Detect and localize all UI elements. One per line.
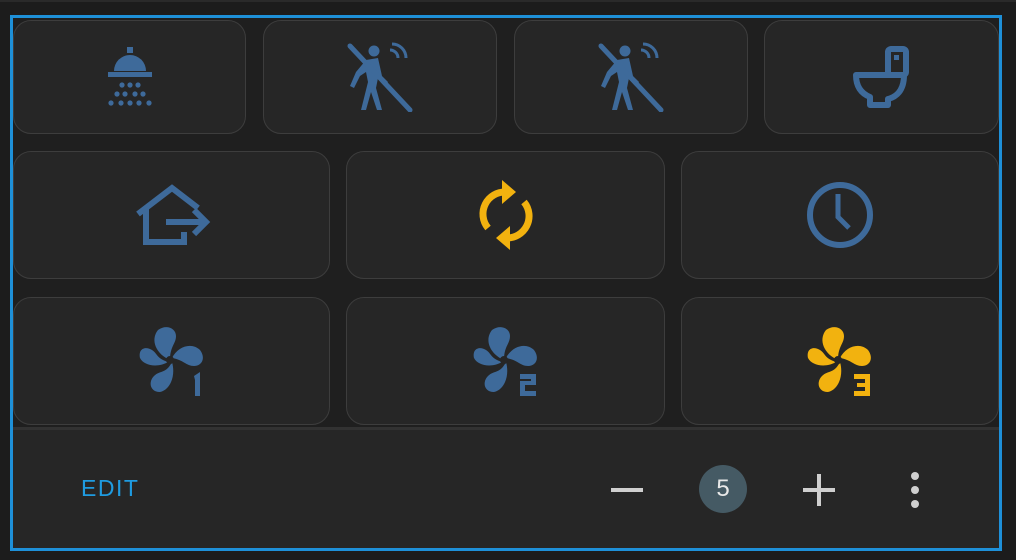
minus-icon[interactable] [611, 488, 643, 492]
dots-vertical-icon[interactable] [903, 471, 927, 509]
fan-speed-2-icon [473, 327, 537, 396]
motion-sensor-off-icon [347, 42, 413, 112]
fan-speed-1-icon [139, 327, 203, 396]
tile-motion-off-1[interactable] [263, 20, 497, 134]
edit-button[interactable]: EDIT [81, 475, 139, 502]
fan-speed-3-icon [807, 327, 871, 396]
tile-clock[interactable] [681, 151, 999, 279]
tile-fan-2[interactable] [346, 297, 665, 425]
tile-fan-3[interactable] [681, 297, 999, 425]
count-badge: 5 [699, 465, 747, 513]
tile-shower[interactable] [13, 20, 246, 134]
motion-sensor-off-icon [598, 42, 664, 112]
tile-toilet[interactable] [764, 20, 999, 134]
dashboard-frame: EDIT 5 [0, 0, 1016, 560]
clock-icon [807, 182, 873, 248]
plus-icon[interactable] [803, 474, 835, 506]
tile-leave-home[interactable] [13, 151, 330, 279]
card-footer: EDIT 5 [13, 427, 999, 548]
home-export-icon [135, 184, 210, 245]
tile-sync[interactable] [346, 151, 665, 279]
toilet-icon [852, 46, 909, 108]
shower-icon [107, 47, 152, 106]
tile-fan-1[interactable] [13, 297, 330, 425]
button-grid-card: EDIT 5 [10, 15, 1002, 551]
sync-icon [478, 180, 533, 250]
tile-motion-off-2[interactable] [514, 20, 748, 134]
